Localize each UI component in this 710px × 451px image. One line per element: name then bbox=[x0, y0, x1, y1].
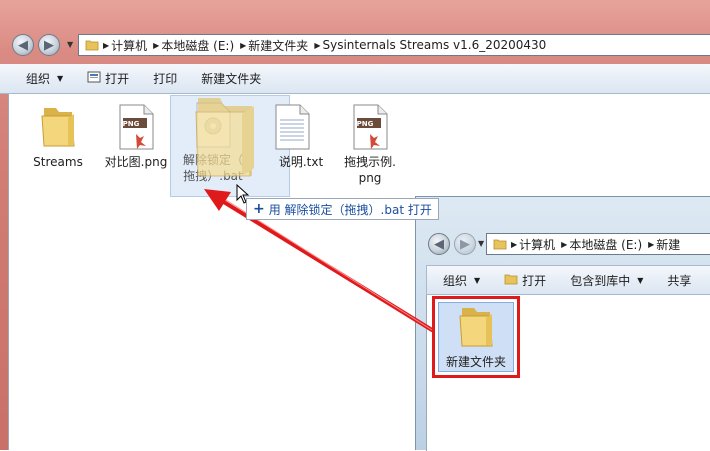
drag-tooltip-text: 用 解除锁定（拖拽）.bat 打开 bbox=[268, 202, 432, 217]
drag-open-with-tooltip: + 用 解除锁定（拖拽）.bat 打开 bbox=[246, 198, 439, 220]
plus-icon: + bbox=[253, 201, 265, 217]
drag-direction-arrow bbox=[204, 189, 434, 332]
